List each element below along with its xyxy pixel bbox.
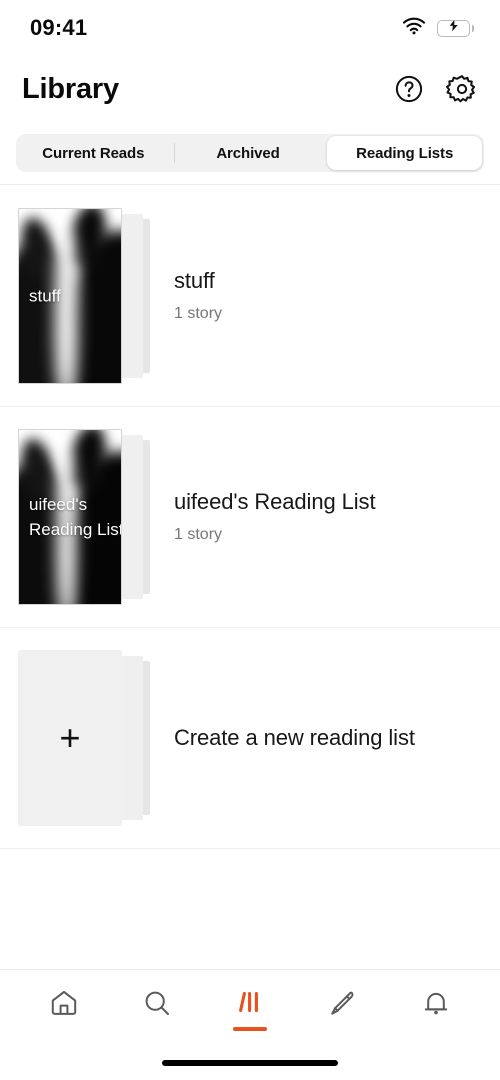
home-icon: [49, 988, 79, 1023]
list-item-text: Create a new reading list: [174, 725, 415, 751]
tab-archived[interactable]: Archived: [171, 134, 326, 172]
list-item[interactable]: stuff stuff 1 story: [0, 185, 500, 406]
page-title: Library: [22, 72, 119, 105]
plus-icon: +: [59, 716, 81, 758]
nav-item-home[interactable]: [28, 988, 100, 1023]
bottom-area: [0, 969, 500, 1080]
library-icon: [235, 988, 265, 1016]
bell-icon: [421, 988, 451, 1023]
home-indicator-area: [0, 1046, 500, 1080]
gear-icon[interactable]: [446, 73, 478, 105]
bottom-nav: [0, 970, 500, 1046]
wifi-icon: [402, 17, 426, 40]
create-reading-list-label: Create a new reading list: [174, 724, 415, 750]
list-bottom-divider: [0, 848, 500, 849]
reading-lists-list: stuff stuff 1 story uifeed's Reading Lis…: [0, 185, 500, 969]
status-indicators: [402, 17, 474, 40]
tab-current-reads[interactable]: Current Reads: [16, 134, 171, 172]
list-item-title: uifeed's Reading List: [174, 489, 376, 514]
create-reading-list-row[interactable]: + Create a new reading list: [0, 627, 500, 848]
tab-reading-lists[interactable]: Reading Lists: [327, 136, 483, 170]
list-item-subtitle: 1 story: [174, 526, 223, 543]
nav-item-notifications[interactable]: [400, 988, 472, 1023]
app-screen: 09:41 Library Current Reads Archived Rea…: [0, 0, 500, 1080]
cover-label: stuff: [29, 286, 61, 305]
battery-charging-icon: [437, 17, 474, 37]
cover-stack: +: [18, 649, 154, 826]
create-placeholder-card: +: [18, 649, 122, 826]
active-tab-indicator: [232, 1027, 267, 1031]
nav-item-library[interactable]: [214, 988, 286, 1031]
nav-item-write[interactable]: [307, 988, 379, 1023]
segmented-control: Current Reads Archived Reading Lists: [16, 134, 484, 172]
page-header: Library: [0, 56, 500, 122]
tab-bar: Current Reads Archived Reading Lists: [0, 122, 500, 184]
status-bar: 09:41: [0, 0, 500, 56]
nav-item-search[interactable]: [121, 988, 193, 1023]
header-actions: [394, 73, 478, 105]
list-item-text: uifeed's Reading List 1 story: [174, 489, 376, 544]
list-item-title: stuff: [174, 268, 215, 293]
cover-stack: stuff: [18, 207, 154, 384]
status-time: 09:41: [30, 15, 88, 40]
reading-list-cover: uifeed's Reading List: [18, 428, 122, 605]
cover-label: uifeed's Reading List: [29, 494, 122, 539]
pencil-icon: [328, 988, 358, 1023]
search-icon: [142, 988, 172, 1023]
home-indicator[interactable]: [162, 1060, 338, 1066]
help-circle-icon[interactable]: [394, 74, 424, 104]
list-item-subtitle: 1 story: [174, 305, 223, 322]
list-item[interactable]: uifeed's Reading List uifeed's Reading L…: [0, 406, 500, 627]
cover-stack: uifeed's Reading List: [18, 428, 154, 605]
list-item-text: stuff 1 story: [174, 268, 222, 323]
reading-list-cover: stuff: [18, 207, 122, 384]
